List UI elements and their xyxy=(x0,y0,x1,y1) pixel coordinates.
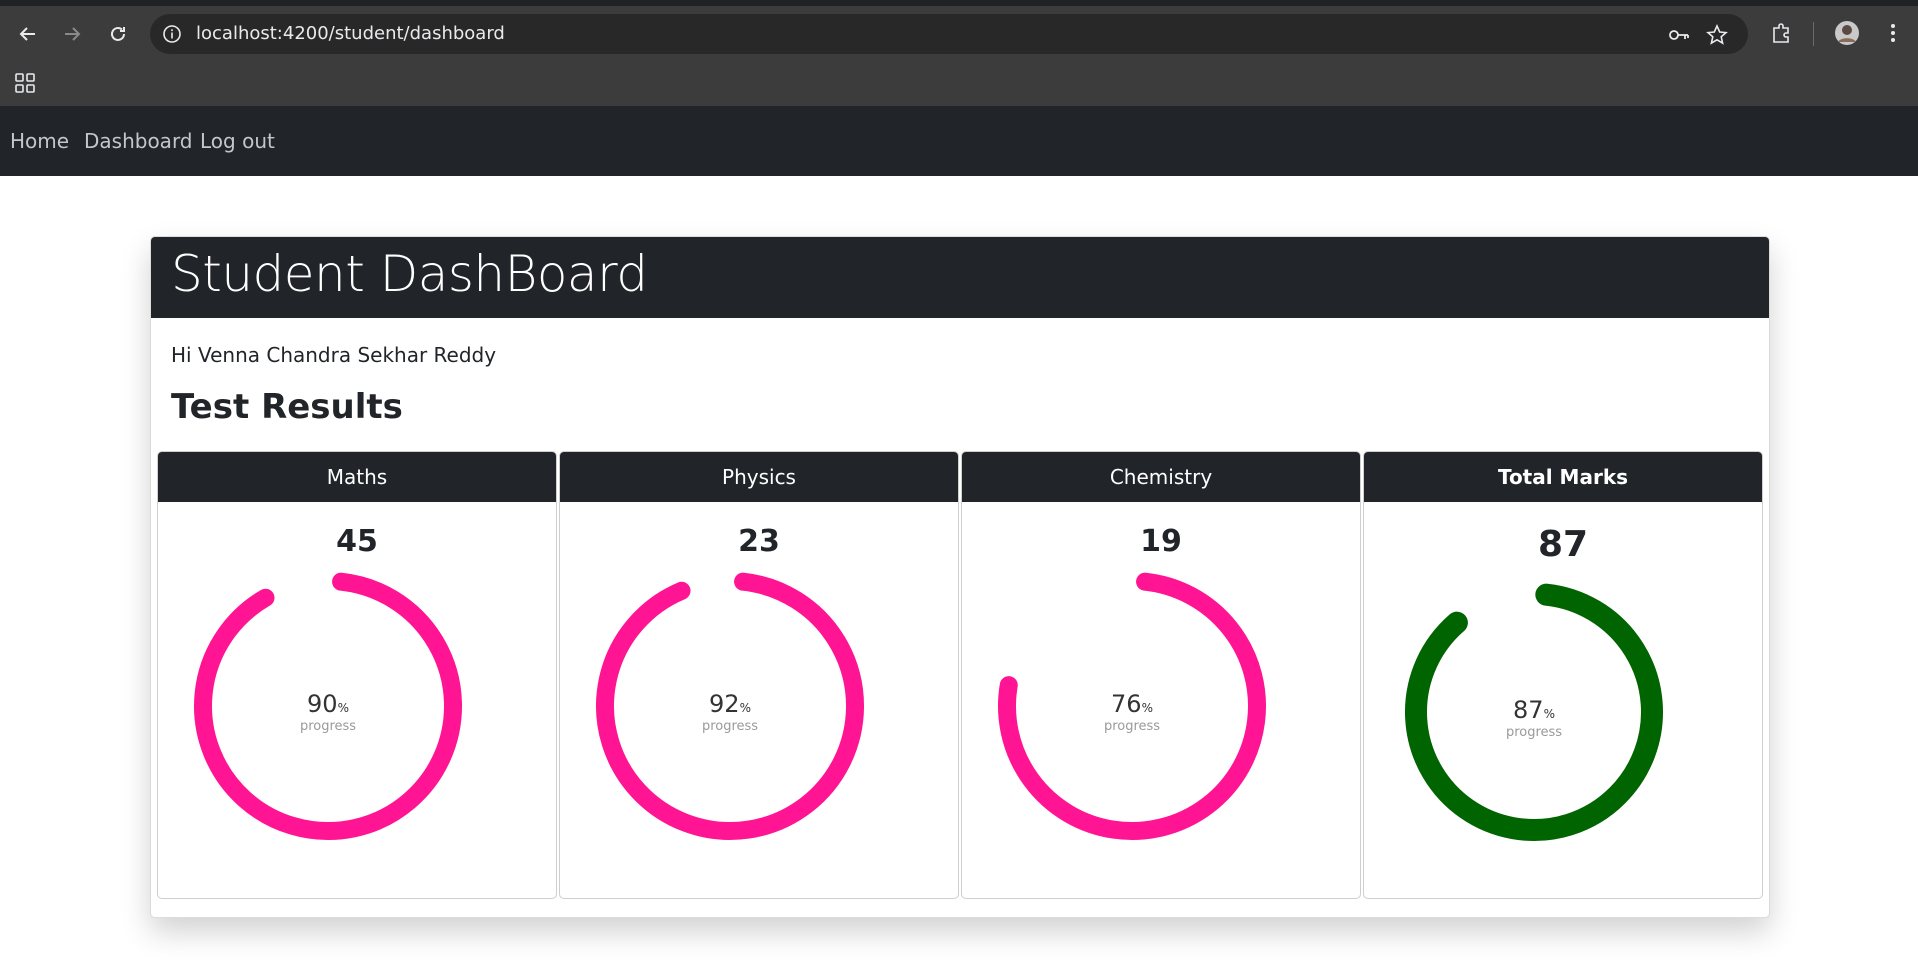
progress-percent-label: 90% xyxy=(307,690,349,718)
bookmarks-bar xyxy=(0,68,1918,106)
result-subject: Maths xyxy=(158,452,556,502)
back-button[interactable] xyxy=(12,18,44,50)
progress-gauge: 92% progress xyxy=(596,572,864,840)
extensions-button[interactable] xyxy=(1766,18,1796,48)
result-score: 19 xyxy=(1140,524,1182,559)
browser-menu-button[interactable] xyxy=(1878,18,1908,48)
result-card-total: Total Marks 87 87% progress xyxy=(1363,451,1763,899)
progress-subtitle: progress xyxy=(300,719,356,734)
site-info-icon[interactable] xyxy=(162,24,182,44)
dashboard-header: Student DashBoard xyxy=(151,237,1769,318)
progress-gauge: 76% progress xyxy=(998,572,1266,840)
app-navbar: Home Dashboard Log out xyxy=(0,106,1918,176)
more-vert-icon xyxy=(1891,24,1895,42)
nav-dashboard-link[interactable]: Dashboard xyxy=(84,106,193,176)
key-icon[interactable] xyxy=(1668,24,1690,46)
reload-icon xyxy=(111,26,125,41)
progress-subtitle: progress xyxy=(1506,725,1562,740)
result-subject: Chemistry xyxy=(962,452,1360,502)
progress-subtitle: progress xyxy=(702,719,758,734)
nav-home-link[interactable]: Home xyxy=(10,106,69,176)
test-results-heading: Test Results xyxy=(171,387,403,427)
result-card-physics: Physics 23 92% progress xyxy=(559,451,959,899)
result-subject: Physics xyxy=(560,452,958,502)
progress-gauge: 87% progress xyxy=(1405,583,1663,841)
greeting-text: Hi Venna Chandra Sekhar Reddy xyxy=(171,343,497,367)
star-icon[interactable] xyxy=(1706,24,1728,46)
result-score: 87 xyxy=(1537,524,1589,565)
page-title: Student DashBoard xyxy=(171,245,648,303)
result-card-maths: Maths 45 90% progress xyxy=(157,451,557,899)
puzzle-icon xyxy=(1773,23,1789,43)
arrow-right-icon xyxy=(65,27,81,41)
nav-logout-link[interactable]: Log out xyxy=(200,106,275,176)
apps-grid-icon[interactable] xyxy=(12,70,38,96)
progress-percent-label: 87% xyxy=(1513,696,1555,724)
results-row: Maths 45 90% progress Physics 23 92% pro… xyxy=(157,451,1765,899)
browser-chrome: localhost:4200/student/dashboard xyxy=(0,0,1918,106)
result-subject: Total Marks xyxy=(1364,452,1762,502)
forward-button[interactable] xyxy=(56,18,88,50)
progress-percent-label: 92% xyxy=(709,690,751,718)
profile-button[interactable] xyxy=(1832,18,1862,48)
address-bar[interactable]: localhost:4200/student/dashboard xyxy=(150,14,1748,54)
progress-percent-label: 76% xyxy=(1111,690,1153,718)
progress-gauge: 90% progress xyxy=(194,572,462,840)
dashboard-card: Student DashBoard Hi Venna Chandra Sekha… xyxy=(150,236,1770,918)
result-card-chemistry: Chemistry 19 76% progress xyxy=(961,451,1361,899)
toolbar-divider xyxy=(1813,22,1814,46)
progress-subtitle: progress xyxy=(1104,719,1160,734)
avatar xyxy=(1835,21,1859,45)
result-score: 23 xyxy=(738,524,780,559)
url-text[interactable]: localhost:4200/student/dashboard xyxy=(196,14,505,54)
browser-toolbar: localhost:4200/student/dashboard xyxy=(0,0,1918,68)
result-score: 45 xyxy=(336,524,378,559)
arrow-left-icon xyxy=(19,27,35,41)
reload-button[interactable] xyxy=(102,18,134,50)
